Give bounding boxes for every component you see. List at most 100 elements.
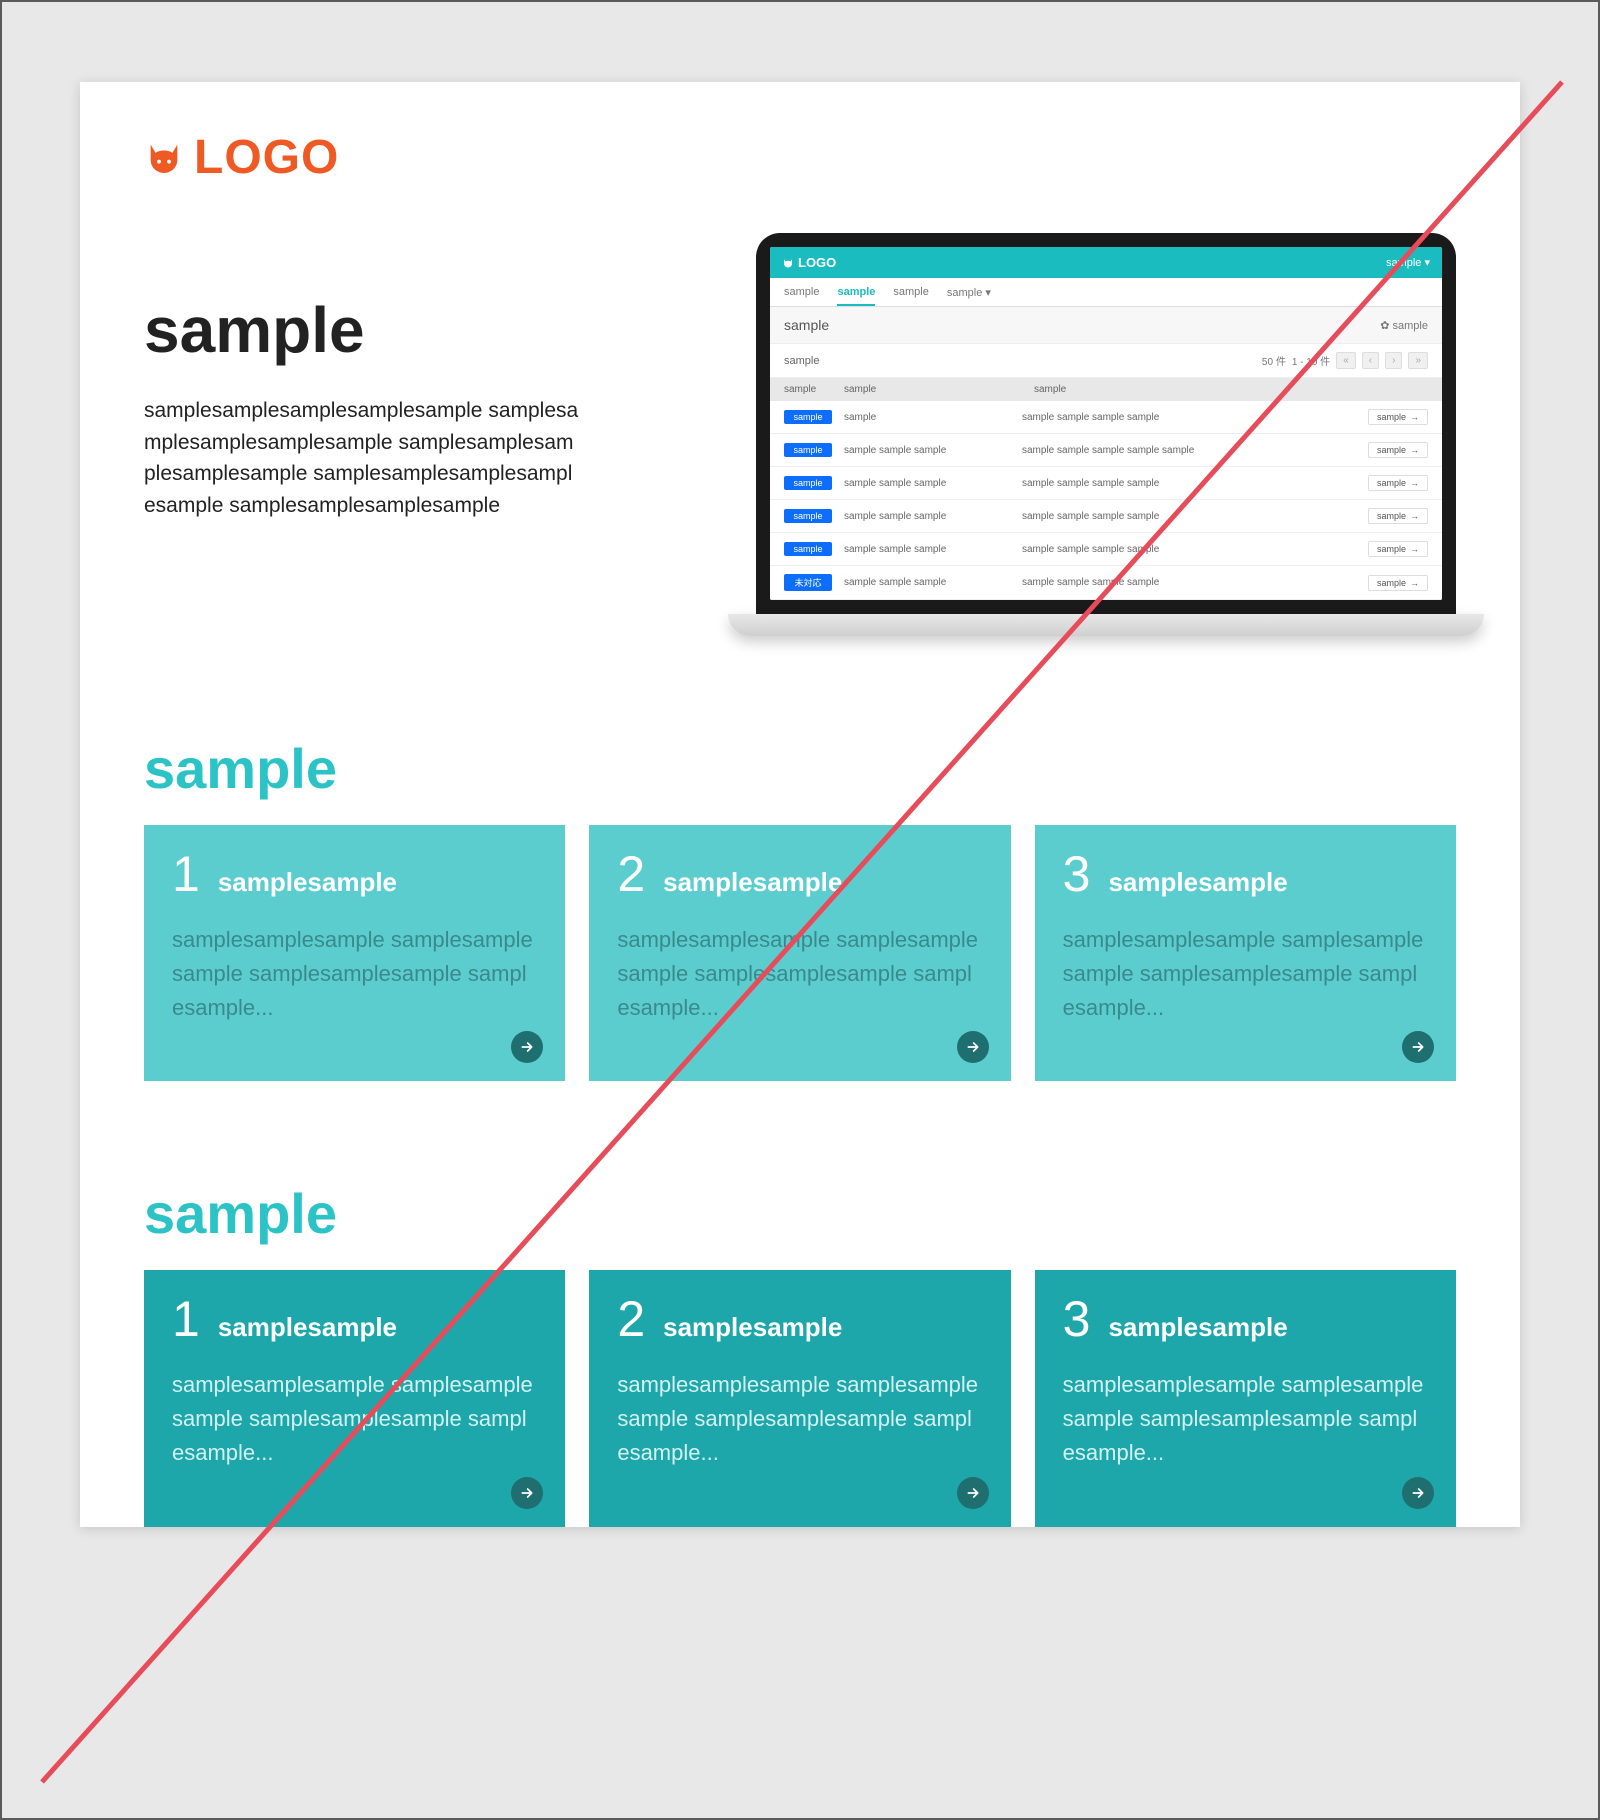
- gear-label: sample: [1393, 320, 1428, 332]
- app-logo: LOGO: [782, 255, 836, 270]
- gear-icon: ✿: [1380, 320, 1389, 332]
- status-badge: sample: [784, 410, 832, 424]
- status-badge: 未対応: [784, 574, 832, 591]
- app-tab-3-label: sample: [947, 287, 982, 299]
- table-body: samplesamplesample sample sample samples…: [770, 401, 1442, 600]
- row-action-button[interactable]: sample →: [1368, 442, 1428, 458]
- cell-title: sample: [832, 412, 1022, 423]
- app-header: LOGO sample ▾: [770, 247, 1442, 278]
- table-row: samplesamplesample sample sample samples…: [770, 401, 1442, 434]
- app-content-title: sample: [784, 317, 829, 333]
- card-body: samplesamplesample samplesamplesample sa…: [617, 923, 982, 1025]
- cell-desc: sample sample sample sample: [1022, 478, 1368, 489]
- cell-desc: sample sample sample sample sample: [1022, 445, 1368, 456]
- card-head: 1 samplesample: [172, 1294, 537, 1344]
- col-2: sample: [1034, 384, 1368, 395]
- status-badge: sample: [784, 509, 832, 523]
- cell-desc: sample sample sample sample: [1022, 577, 1368, 588]
- app-tabs: sample sample sample sample ▾: [770, 278, 1442, 307]
- arrow-right-icon: [519, 1039, 535, 1055]
- feature-card[interactable]: 3samplesample samplesamplesample samplesa…: [1035, 825, 1456, 1081]
- feature-card[interactable]: 2samplesample samplesamplesample samplesa…: [589, 825, 1010, 1081]
- cell-title: sample sample sample: [832, 544, 1022, 555]
- col-0: sample: [784, 384, 844, 395]
- pager-prev[interactable]: ‹: [1362, 352, 1379, 369]
- section1-title: sample: [144, 736, 1456, 801]
- status-badge: sample: [784, 542, 832, 556]
- arrow-right-icon: →: [1410, 445, 1419, 455]
- pager-next[interactable]: ›: [1385, 352, 1402, 369]
- hero-title: sample: [144, 293, 584, 367]
- card-body: samplesamplesample samplesamplesample sa…: [172, 1368, 537, 1470]
- card-body: samplesamplesample samplesamplesample sa…: [1063, 923, 1428, 1025]
- table-header: sample sample sample: [770, 378, 1442, 401]
- app-settings-link[interactable]: ✿ sample: [1380, 319, 1428, 332]
- status-badge: sample: [784, 476, 832, 490]
- row-action-button[interactable]: sample→: [1368, 575, 1428, 591]
- laptop-base: [728, 614, 1484, 636]
- cell-title: sample sample sample: [832, 445, 1022, 456]
- arrow-right-icon: →: [1410, 511, 1419, 521]
- feature-card[interactable]: 2samplesamplesamplesamplesample samplesa…: [589, 1270, 1010, 1526]
- pager-first[interactable]: «: [1336, 352, 1356, 369]
- card-number: 2: [617, 1294, 645, 1344]
- card-arrow-button[interactable]: [957, 1031, 989, 1063]
- card-title: samplesample: [1108, 1312, 1287, 1343]
- row-action-button[interactable]: sample →: [1368, 508, 1428, 524]
- feature-card[interactable]: 1samplesamplesamplesamplesample samplesa…: [144, 825, 565, 1081]
- card-title: samplesample: [663, 867, 842, 898]
- card-head: 3samplesample: [1063, 1294, 1428, 1344]
- app-title-row: sample ✿ sample: [770, 307, 1442, 343]
- card-number: 3: [1063, 849, 1091, 899]
- range-label: 1 - 10 件: [1292, 353, 1330, 368]
- card-body: samplesamplesample samplesamplesample sa…: [1063, 1368, 1428, 1470]
- arrow-right-icon: →: [1410, 478, 1419, 488]
- hero-text: sample samplesamplesamplesamplesample sa…: [144, 233, 584, 636]
- section2-title: sample: [144, 1181, 1456, 1246]
- app-tab-2[interactable]: sample: [893, 286, 928, 306]
- card-arrow-button[interactable]: [511, 1477, 543, 1509]
- row-action-button[interactable]: sample →: [1368, 541, 1428, 557]
- app-search-row: sample 50 件 1 - 10 件 « ‹ › »: [770, 343, 1442, 378]
- app-tab-3[interactable]: sample ▾: [947, 286, 991, 306]
- arrow-right-icon: →: [1410, 578, 1419, 588]
- app-user-menu[interactable]: sample ▾: [1386, 256, 1430, 269]
- card-number: 1: [172, 849, 200, 899]
- pager-last[interactable]: »: [1408, 352, 1428, 369]
- card-arrow-button[interactable]: [1402, 1031, 1434, 1063]
- row-action-label: sample: [1377, 445, 1406, 455]
- row-action-button[interactable]: sample→: [1368, 409, 1428, 425]
- hero-body: samplesamplesamplesamplesample samplesam…: [144, 395, 584, 521]
- arrow-right-icon: [965, 1485, 981, 1501]
- app-tab-0[interactable]: sample: [784, 286, 819, 306]
- row-action-label: sample: [1377, 511, 1406, 521]
- logo-text: LOGO: [194, 130, 339, 185]
- feature-card[interactable]: 3samplesample samplesamplesample samplesa…: [1035, 1270, 1456, 1526]
- card-head: 2samplesample: [617, 849, 982, 899]
- col-1: sample: [844, 384, 1034, 395]
- card-title: samplesample: [218, 867, 397, 898]
- card-title: samplesample: [218, 1312, 397, 1343]
- arrow-right-icon: [519, 1485, 535, 1501]
- chevron-down-icon: ▾: [985, 287, 991, 299]
- arrow-right-icon: →: [1410, 544, 1419, 554]
- row-action-label: sample: [1377, 544, 1406, 554]
- cell-title: sample sample sample: [832, 577, 1022, 588]
- arrow-right-icon: →: [1410, 412, 1419, 422]
- table-row: samplesample sample samplesample sample …: [770, 467, 1442, 500]
- cat-icon: [144, 138, 184, 178]
- card-head: 3samplesample: [1063, 849, 1428, 899]
- cell-title: sample sample sample: [832, 478, 1022, 489]
- row-action-button[interactable]: sample→: [1368, 475, 1428, 491]
- card-arrow-button[interactable]: [511, 1031, 543, 1063]
- section1-cards: 1 samplesample samplesamplesample samplesa…: [144, 825, 1456, 1081]
- feature-card[interactable]: 1 samplesample samplesamplesample samplesa…: [144, 1270, 565, 1526]
- cell-desc: sample sample sample sample: [1022, 511, 1368, 522]
- laptop-screen: LOGO sample ▾ sample sample sample: [756, 233, 1456, 614]
- app-tab-1[interactable]: sample: [837, 286, 875, 306]
- table-row: 未対応sample sample samplesample sample sam…: [770, 566, 1442, 600]
- cell-desc: sample sample sample sample: [1022, 412, 1368, 423]
- card-number: 1: [172, 1294, 200, 1344]
- card-arrow-button[interactable]: [957, 1477, 989, 1509]
- card-arrow-button[interactable]: [1402, 1477, 1434, 1509]
